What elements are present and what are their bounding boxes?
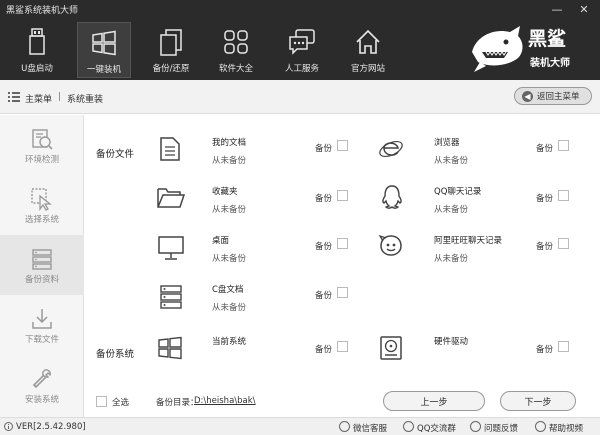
- sidebar-item-environment-check[interactable]: 环境检测: [0, 115, 84, 175]
- nav-human-service[interactable]: 人工服务: [275, 22, 329, 78]
- sidebar-item-backup-data[interactable]: 备份资料: [0, 235, 84, 295]
- desktop-status: 从未备份: [212, 254, 247, 264]
- hardware-driver-label: 硬件驱动: [434, 337, 469, 347]
- menu-lines-icon: [8, 92, 20, 102]
- aliwangwang-icon: [378, 234, 402, 256]
- my-documents-status: 从未备份: [212, 156, 247, 166]
- wechat-support-link[interactable]: 微信客服: [353, 422, 387, 434]
- qq-chat-status: 从未备份: [434, 205, 469, 215]
- backup-label: 备份: [315, 144, 333, 154]
- nav-usb-boot[interactable]: U盘启动: [10, 22, 64, 78]
- back-to-main-menu-button[interactable]: ◀ 返回主菜单: [514, 87, 592, 105]
- qq-penguin-icon: [382, 185, 402, 209]
- info-icon: [4, 422, 13, 431]
- backup-label: 备份: [536, 144, 554, 154]
- previous-step-button[interactable]: 上一步: [383, 391, 485, 411]
- desktop-label: 桌面: [212, 236, 230, 246]
- document-icon: [160, 137, 180, 161]
- aliwangwang-label: 阿里旺旺聊天记录: [434, 236, 503, 246]
- brand-logo: 黑鲨 装机大师: [468, 22, 588, 76]
- arrow-left-icon: ◀: [522, 91, 533, 102]
- backup-data-icon: [32, 249, 52, 270]
- favorites-status: 从未备份: [212, 205, 247, 215]
- ie-browser-icon: [379, 140, 403, 158]
- help-video-link[interactable]: 帮助视频: [549, 422, 583, 434]
- nav-official-site[interactable]: 官方网站: [341, 22, 395, 78]
- favorites-label: 收藏夹: [212, 187, 238, 197]
- feedback-link[interactable]: 问题反馈: [484, 422, 518, 434]
- usb-drive-icon: [29, 28, 45, 55]
- window-title: 黑鲨系统装机大师: [6, 5, 79, 16]
- favorites-checkbox[interactable]: [337, 190, 348, 201]
- qq-group-link[interactable]: QQ交流群: [417, 422, 456, 434]
- windows-icon: [92, 30, 116, 56]
- cursor-select-icon: [31, 188, 52, 211]
- browser-checkbox[interactable]: [558, 140, 569, 151]
- browser-label: 浏览器: [434, 138, 460, 148]
- backup-label: 备份: [536, 242, 554, 252]
- backup-label: 备份: [315, 345, 333, 355]
- environment-check-icon: [32, 129, 53, 150]
- backup-label: 备份: [536, 345, 554, 355]
- backup-label: 备份: [315, 242, 333, 252]
- backup-label: 备份: [315, 291, 333, 301]
- wrench-icon: [32, 369, 51, 389]
- monitor-icon: [158, 236, 184, 260]
- current-system-label: 当前系统: [212, 337, 247, 347]
- backup-directory-link[interactable]: D:\heisha\bak\: [194, 396, 256, 406]
- hardware-driver-checkbox[interactable]: [558, 341, 569, 352]
- video-icon: [535, 421, 546, 432]
- folder-icon: [157, 188, 186, 208]
- backup-label: 备份: [315, 194, 333, 204]
- breadcrumb-main-menu[interactable]: 主菜单: [25, 92, 52, 105]
- sidebar: 环境检测 选择系统 备份资料 下载文件 安装系统: [0, 115, 84, 417]
- title-bar: 黑鲨系统装机大师: [0, 0, 600, 18]
- aliwangwang-checkbox[interactable]: [558, 238, 569, 249]
- hard-drive-icon: [380, 336, 402, 360]
- backup-system-section-label: 备份系统: [96, 349, 135, 360]
- c-drive-docs-checkbox[interactable]: [337, 287, 348, 298]
- qq-icon: [403, 421, 414, 432]
- windows-icon: [158, 336, 182, 360]
- qq-chat-checkbox[interactable]: [558, 190, 569, 201]
- feedback-icon: [470, 421, 481, 432]
- apps-grid-icon: [224, 30, 248, 54]
- shark-logo-icon: [472, 26, 523, 72]
- breadcrumb: 主菜单 | 系统重装: [0, 80, 600, 114]
- aliwangwang-status: 从未备份: [434, 254, 469, 264]
- download-icon: [32, 309, 52, 329]
- my-documents-label: 我的文档: [212, 138, 247, 148]
- desktop-checkbox[interactable]: [337, 238, 348, 249]
- nav-one-click-install[interactable]: 一键装机: [77, 22, 131, 78]
- qq-chat-label: QQ聊天记录: [434, 187, 482, 197]
- minimize-button[interactable]: —: [545, 0, 569, 18]
- select-all-checkbox[interactable]: [96, 396, 107, 407]
- home-icon: [356, 29, 380, 54]
- browser-status: 从未备份: [434, 156, 469, 166]
- select-all-label: 全选: [112, 398, 130, 408]
- status-footer: VER[2.5.42.980] 微信客服 QQ交流群 问题反馈 帮助视频: [0, 417, 600, 435]
- nav-backup-restore[interactable]: 备份/还原: [144, 22, 198, 78]
- nav-software[interactable]: 软件大全: [209, 22, 263, 78]
- hard-disk-stack-icon: [160, 285, 182, 309]
- backup-files-section-label: 备份文件: [96, 149, 135, 160]
- backup-label: 备份: [536, 194, 554, 204]
- backup-restore-icon: [160, 29, 182, 56]
- c-drive-docs-status: 从未备份: [212, 303, 247, 313]
- sidebar-item-select-system[interactable]: 选择系统: [0, 175, 84, 235]
- close-button[interactable]: ✕: [572, 0, 596, 18]
- wechat-icon: [339, 421, 350, 432]
- next-step-button[interactable]: 下一步: [500, 391, 576, 411]
- version-text: VER[2.5.42.980]: [16, 422, 86, 432]
- backup-directory-label: 备份目录：: [156, 398, 199, 408]
- sidebar-item-download-files[interactable]: 下载文件: [0, 295, 84, 355]
- breadcrumb-separator: |: [58, 92, 62, 102]
- current-system-checkbox[interactable]: [337, 341, 348, 352]
- breadcrumb-current: 系统重装: [67, 95, 104, 105]
- chat-icon: [289, 29, 315, 55]
- c-drive-docs-label: C盘文档: [212, 285, 244, 295]
- sidebar-item-install-system[interactable]: 安装系统: [0, 355, 84, 415]
- my-documents-checkbox[interactable]: [337, 140, 348, 151]
